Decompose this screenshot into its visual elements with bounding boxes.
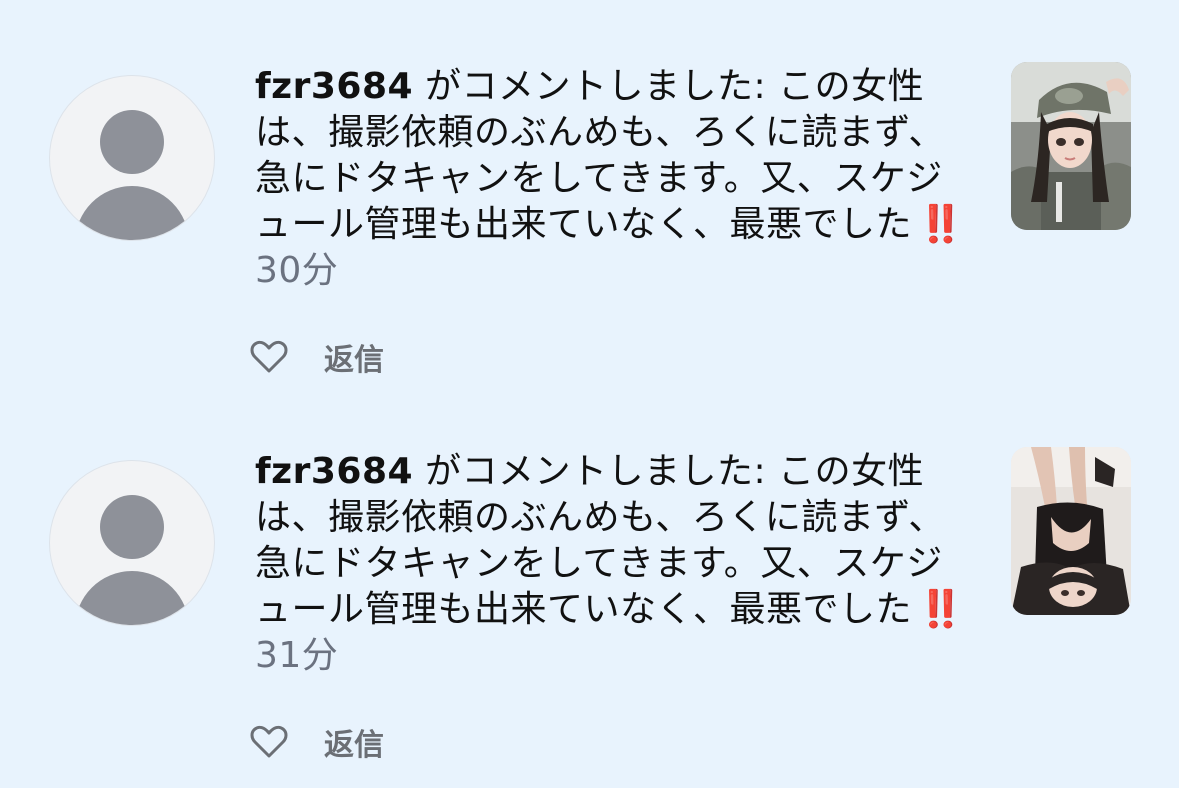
avatar[interactable] — [49, 75, 215, 241]
timestamp: 30分 — [255, 250, 339, 291]
heart-outline-icon[interactable] — [250, 340, 288, 374]
photo-thumbnail[interactable] — [1011, 447, 1131, 615]
username[interactable]: fzr3684 — [255, 66, 413, 107]
double-exclamation-icon: ‼️ — [916, 589, 965, 630]
comment-text: fzr3684 がコメントしました: この女性は、撮影依頼のぶんめも、ろくに読ま… — [255, 449, 975, 679]
default-user-icon — [100, 495, 164, 559]
default-user-icon-body — [75, 186, 189, 240]
comment-actions: 返信 — [250, 720, 384, 764]
timestamp: 31分 — [255, 635, 339, 676]
heart-outline-icon[interactable] — [250, 725, 288, 759]
photo-thumbnail-image — [1011, 447, 1131, 615]
comment-text: fzr3684 がコメントしました: この女性は、撮影依頼のぶんめも、ろくに読ま… — [255, 64, 975, 294]
reply-button[interactable]: 返信 — [324, 335, 384, 379]
username[interactable]: fzr3684 — [255, 451, 413, 492]
avatar[interactable] — [49, 460, 215, 626]
photo-thumbnail-image — [1011, 62, 1131, 230]
comment-notification[interactable]: fzr3684 がコメントしました: この女性は、撮影依頼のぶんめも、ろくに読ま… — [0, 385, 1179, 770]
default-user-icon — [100, 110, 164, 174]
default-user-icon-body — [75, 571, 189, 625]
comment-actions: 返信 — [250, 335, 384, 379]
double-exclamation-icon: ‼️ — [916, 204, 965, 245]
comment-notification[interactable]: fzr3684 がコメントしました: この女性は、撮影依頼のぶんめも、ろくに読ま… — [0, 0, 1179, 385]
reply-button[interactable]: 返信 — [324, 720, 384, 764]
photo-thumbnail[interactable] — [1011, 62, 1131, 230]
